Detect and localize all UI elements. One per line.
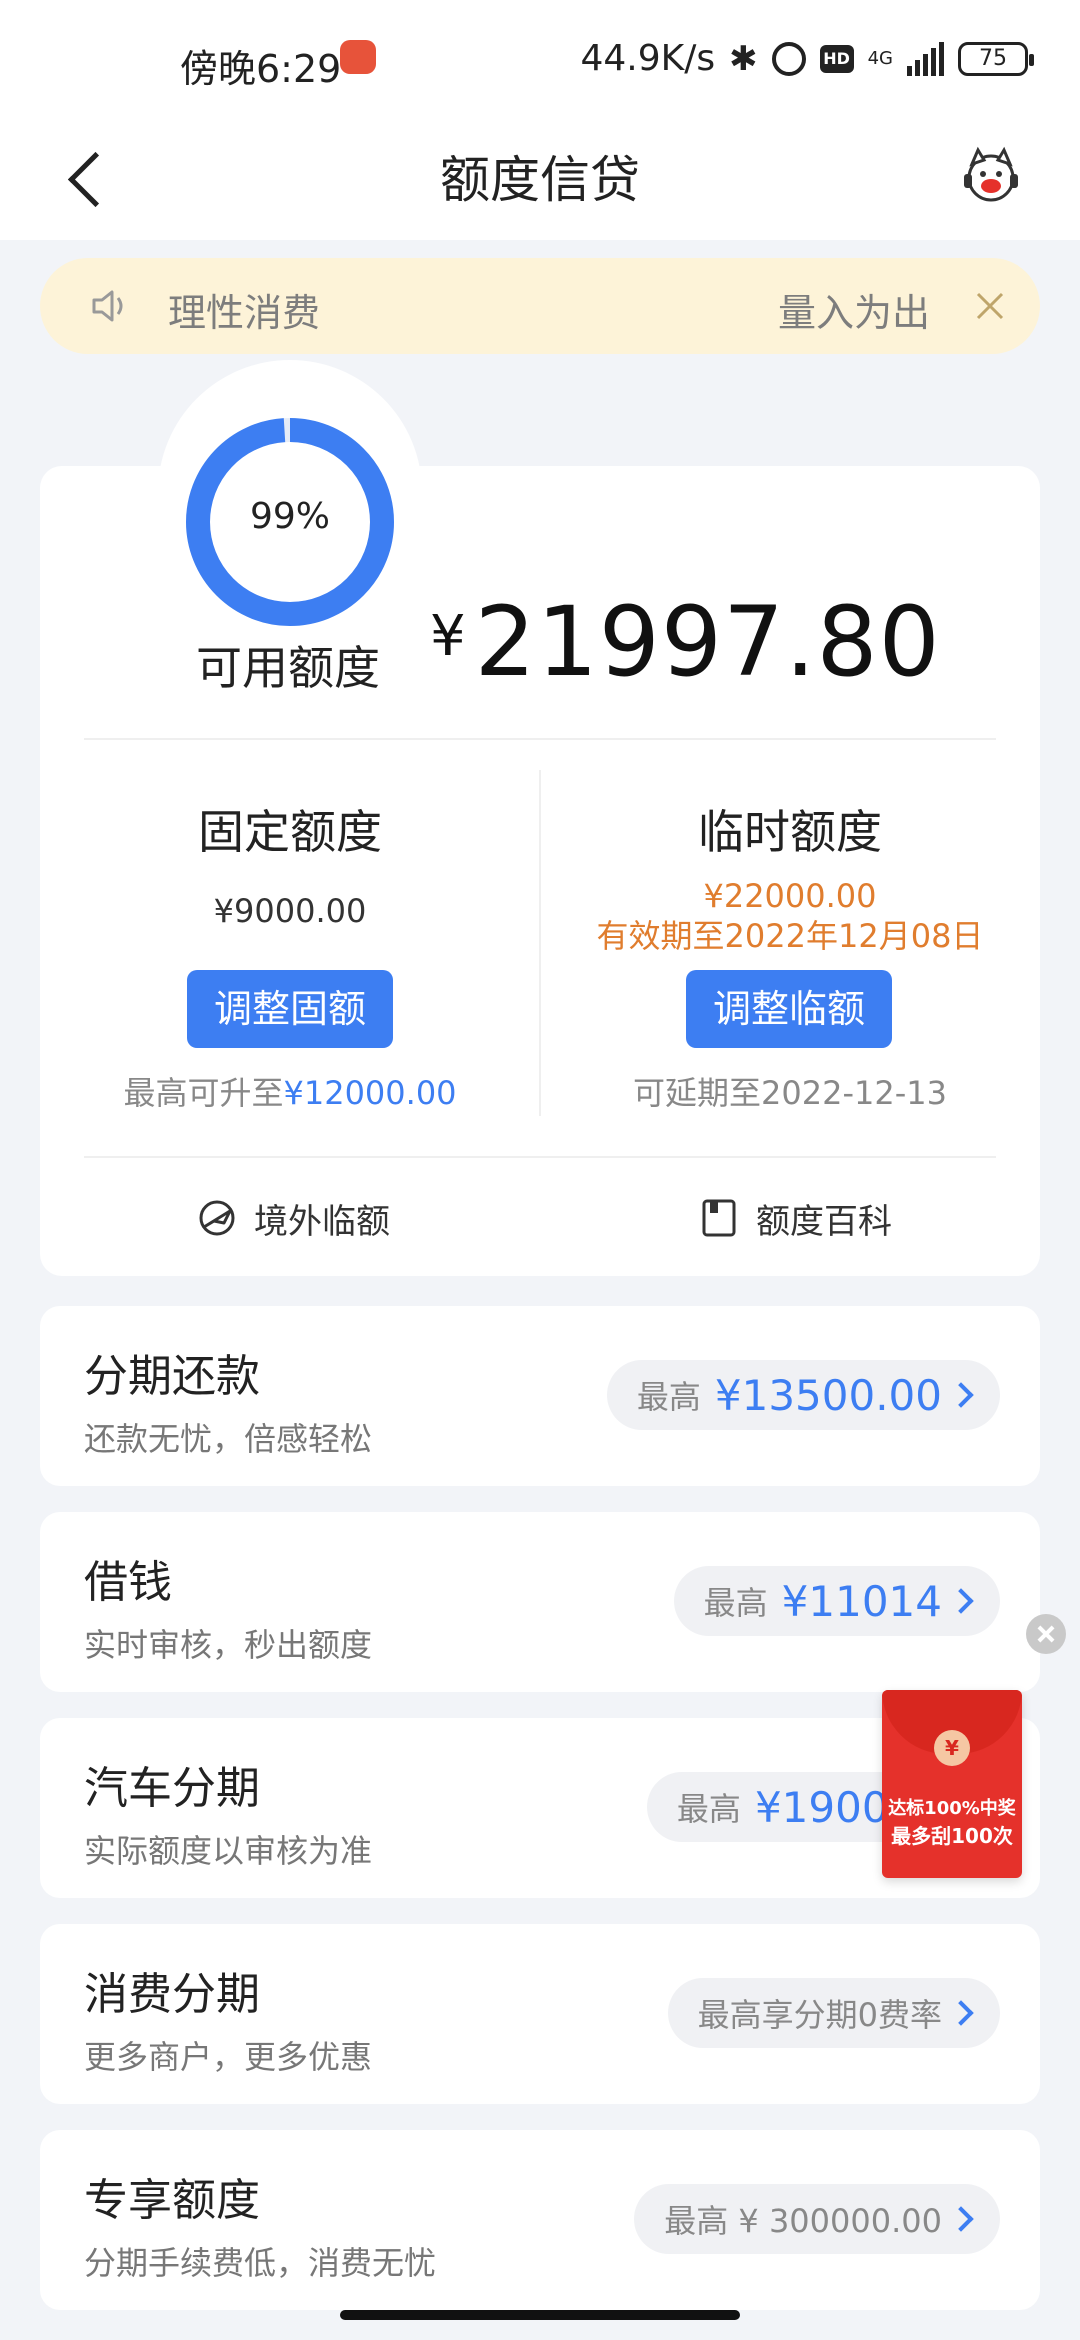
wiki-label: 额度百科 <box>756 1201 892 1242</box>
product-borrow[interactable]: 借钱 实时审核，秒出额度 最高 ¥11014 <box>40 1512 1040 1692</box>
available-label: 可用额度 <box>196 641 380 695</box>
ring-percent: 99% <box>249 496 330 537</box>
temp-limit-extend: 可延期至2022-12-13 <box>633 1074 947 1112</box>
product-title: 汽车分期 <box>84 1763 260 1814</box>
temp-limit-validity: 有效期至2022年12月08日 <box>596 917 984 955</box>
overseas-label: 境外临额 <box>254 1201 390 1242</box>
book-icon <box>702 1199 736 1237</box>
pill-prefix: 最高 <box>636 1378 701 1416</box>
currency-symbol: ¥ <box>430 604 467 669</box>
product-exclusive-limit[interactable]: 专享额度 分期手续费低，消费无忧 最高 ¥ 300000.00 <box>40 2130 1040 2310</box>
notice-banner: 理性消费 量入为出 <box>40 258 1040 354</box>
temp-limit-title: 临时额度 <box>698 805 882 859</box>
coin-icon: ¥ <box>934 1730 970 1766</box>
adjust-fixed-button[interactable]: 调整固额 <box>187 970 393 1048</box>
product-title: 专享额度 <box>84 2175 260 2226</box>
hd-icon: HD <box>819 44 854 73</box>
network-type: 4G <box>867 47 893 69</box>
available-amount: ¥21997.80 <box>430 586 941 698</box>
pill-value: 最高 ¥ 300000.00 <box>664 2202 942 2240</box>
page-title: 额度信贷 <box>440 151 640 209</box>
red-packet-float[interactable]: ¥ 达标100%中奖 最多刮100次 <box>882 1690 1022 1878</box>
fixed-limit-title: 固定额度 <box>198 805 382 859</box>
alarm-icon <box>771 41 806 76</box>
customer-service-mascot-icon[interactable] <box>958 142 1024 208</box>
fixed-limit-amount: ¥9000.00 <box>213 892 367 930</box>
product-consumer-installment[interactable]: 消费分期 更多商户，更多优惠 最高享分期0费率 <box>40 1924 1040 2104</box>
available-value: 21997.80 <box>474 586 941 698</box>
limit-wiki-link[interactable]: 额度百科 <box>698 1190 892 1246</box>
pill-prefix: 最高 <box>676 1790 741 1828</box>
status-bar: 傍晚6:29 44.9K/s ✱ HD 4G 75 <box>0 0 1080 120</box>
net-speed: 44.9K/s <box>580 38 716 79</box>
product-limit-pill[interactable]: 最高享分期0费率 <box>667 1978 1000 2048</box>
pill-prefix: 最高 <box>703 1584 768 1622</box>
app-notification-icon <box>340 40 376 74</box>
divider <box>84 1156 996 1158</box>
chevron-right-icon <box>948 2206 974 2232</box>
speaker-icon <box>92 290 123 322</box>
divider-vertical <box>539 770 541 1116</box>
close-float-icon[interactable] <box>1026 1614 1066 1654</box>
bluetooth-icon: ✱ <box>729 38 758 79</box>
fixed-max-value: ¥12000.00 <box>283 1074 457 1112</box>
red-packet-line1: 达标100%中奖 <box>888 1798 1016 1819</box>
product-subtitle: 还款无忧，倍感轻松 <box>84 1420 373 1458</box>
product-limit-pill[interactable]: 最高 ¥13500.00 <box>606 1360 1000 1430</box>
fixed-max-prefix: 最高可升至 <box>123 1074 284 1112</box>
battery-icon: 75 <box>958 41 1034 76</box>
temp-limit-info: ¥22000.00 有效期至2022年12月08日 <box>570 876 1010 956</box>
plane-globe-icon <box>199 1200 235 1236</box>
nav-bar: 额度信贷 <box>0 120 1080 240</box>
notice-text: 理性消费 <box>168 291 321 335</box>
product-subtitle: 分期手续费低，消费无忧 <box>84 2244 437 2282</box>
product-subtitle: 更多商户，更多优惠 <box>84 2038 373 2076</box>
product-title: 消费分期 <box>84 1969 260 2020</box>
red-packet-line2: 最多刮100次 <box>891 1824 1013 1848</box>
chevron-right-icon <box>948 1588 974 1614</box>
chevron-right-icon <box>948 1382 974 1408</box>
fixed-limit-max: 最高可升至¥12000.00 <box>70 1068 510 1114</box>
status-indicators: 44.9K/s ✱ HD 4G 75 <box>580 38 1034 79</box>
pill-value: ¥13500.00 <box>714 1370 942 1420</box>
pill-value: ¥11014 <box>781 1576 942 1626</box>
adjust-temp-button[interactable]: 调整临额 <box>686 970 892 1048</box>
product-title: 分期还款 <box>84 1351 260 1402</box>
chevron-right-icon <box>948 2000 974 2026</box>
signal-icon <box>907 41 944 76</box>
pill-value: 最高享分期0费率 <box>697 1996 942 2034</box>
product-installment-repay[interactable]: 分期还款 还款无忧，倍感轻松 最高 ¥13500.00 <box>40 1306 1040 1486</box>
product-title: 借钱 <box>84 1557 172 1608</box>
divider <box>84 738 996 740</box>
status-time: 傍晚6:29 <box>180 47 342 91</box>
product-limit-pill[interactable]: 最高 ¥11014 <box>673 1566 1000 1636</box>
close-icon[interactable] <box>968 284 1012 328</box>
product-subtitle: 实际额度以审核为准 <box>84 1832 373 1870</box>
product-limit-pill[interactable]: 最高 ¥ 300000.00 <box>634 2184 1000 2254</box>
product-subtitle: 实时审核，秒出额度 <box>84 1626 373 1664</box>
overseas-temp-limit-link[interactable]: 境外临额 <box>196 1190 390 1246</box>
temp-limit-amount: ¥22000.00 <box>703 877 877 915</box>
notice-text-right: 量入为出 <box>777 291 930 335</box>
home-indicator[interactable] <box>340 2310 740 2320</box>
